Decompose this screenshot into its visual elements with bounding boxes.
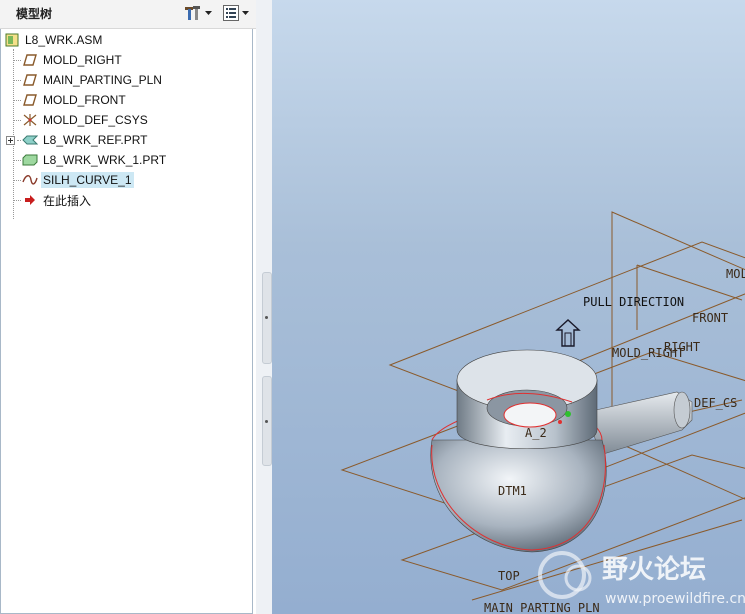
tree-item-label: L8_WRK_REF.PRT — [43, 133, 148, 147]
tree-expand-button[interactable] — [6, 130, 15, 150]
datum-plane-icon — [21, 92, 39, 108]
tree-connector — [13, 200, 21, 201]
dropdown-arrow-icon — [242, 11, 249, 15]
dtm1-datum-label: DTM1 — [498, 484, 527, 498]
tree-item-insert-here[interactable]: 在此插入 — [21, 190, 93, 210]
tree-item-mold-front[interactable]: MOLD_FRONT — [21, 90, 128, 110]
splitter-handle-upper[interactable] — [262, 272, 272, 364]
graphics-viewport[interactable]: PULL DIRECTION FRONT MOLD_RIGHT RIGHT MO… — [272, 0, 745, 614]
top-datum-label: TOP — [498, 569, 520, 583]
grip-dot — [265, 420, 268, 423]
grip-dot — [265, 316, 268, 319]
tree-item-mold-right[interactable]: MOLD_RIGHT — [21, 50, 124, 70]
reference-part-icon — [21, 132, 39, 148]
pull-direction-label: PULL DIRECTION — [583, 295, 684, 309]
watermark: 野火论坛 www.proewildfire.cn — [538, 551, 745, 607]
assembly-icon — [3, 32, 21, 48]
tree-item-label: SILH_CURVE_1 — [41, 172, 134, 188]
tree-item-label: MOLD_FRONT — [43, 93, 126, 107]
tree-item-label: MAIN_PARTING_PLN — [43, 73, 162, 87]
settings-menu-button[interactable] — [183, 3, 212, 23]
tree-item-mold-def-csys[interactable]: MOLD_DEF_CSYS — [21, 110, 150, 130]
splitter-handle-lower[interactable] — [262, 376, 272, 466]
right-datum-label: RIGHT — [664, 340, 700, 354]
workpiece-part-icon — [21, 152, 39, 168]
tree-item-label: L8_WRK_WRK_1.PRT — [43, 153, 167, 167]
tools-icon — [185, 6, 200, 20]
tree-item-ref-part[interactable]: L8_WRK_REF.PRT — [21, 130, 149, 150]
model-tree-panel: 模型树 L8_WRK.ASM MOLD_RIGHT MAIN_PARTING_P… — [0, 0, 256, 614]
show-menu-button[interactable] — [222, 3, 249, 23]
watermark-url: www.proewildfire.cn — [605, 591, 745, 607]
curve-icon — [21, 172, 39, 188]
def-csys-label: DEF_CS — [694, 396, 737, 410]
tree-item-label: 在此插入 — [43, 193, 92, 208]
tree-item-silh-curve[interactable]: SILH_CURVE_1 — [21, 170, 134, 190]
watermark-title: 野火论坛 — [602, 555, 706, 585]
tree-connector — [13, 60, 21, 61]
front-datum-label: FRONT — [692, 311, 728, 325]
model-view: PULL DIRECTION FRONT MOLD_RIGHT RIGHT MO… — [340, 211, 745, 614]
dropdown-arrow-icon — [205, 11, 212, 15]
tree-item-label: L8_WRK.ASM — [25, 33, 103, 47]
tree-connector — [13, 80, 21, 81]
tree-item-main-parting-pln[interactable]: MAIN_PARTING_PLN — [21, 70, 164, 90]
panel-title: 模型树 — [16, 7, 53, 21]
tree-connector — [13, 100, 21, 101]
axis-a2-label: A_2 — [525, 426, 547, 440]
coordinate-system-icon — [21, 112, 39, 128]
model-tree: L8_WRK.ASM MOLD_RIGHT MAIN_PARTING_PLN M… — [0, 29, 253, 614]
tree-item-label: MOLD_RIGHT — [43, 53, 122, 67]
main-parting-datum-label: MAIN_PARTING_PLN — [484, 601, 600, 614]
tree-connector — [13, 180, 21, 181]
tree-item-workpiece-part[interactable]: L8_WRK_WRK_1.PRT — [21, 150, 168, 170]
tree-item-root-assembly[interactable]: L8_WRK.ASM — [3, 30, 104, 50]
tree-connector — [13, 120, 21, 121]
insert-here-arrow-icon — [21, 192, 39, 208]
datum-plane-icon — [21, 52, 39, 68]
datum-plane-icon — [21, 72, 39, 88]
mold-datum-label: MOL — [726, 267, 745, 281]
pull-direction-arrow-icon — [555, 319, 581, 347]
expand-plus-icon — [6, 135, 15, 145]
tree-connector — [13, 160, 21, 161]
tree-item-label: MOLD_DEF_CSYS — [43, 113, 148, 127]
model-tree-header: 模型树 — [0, 0, 256, 29]
tree-list-icon — [223, 5, 239, 21]
